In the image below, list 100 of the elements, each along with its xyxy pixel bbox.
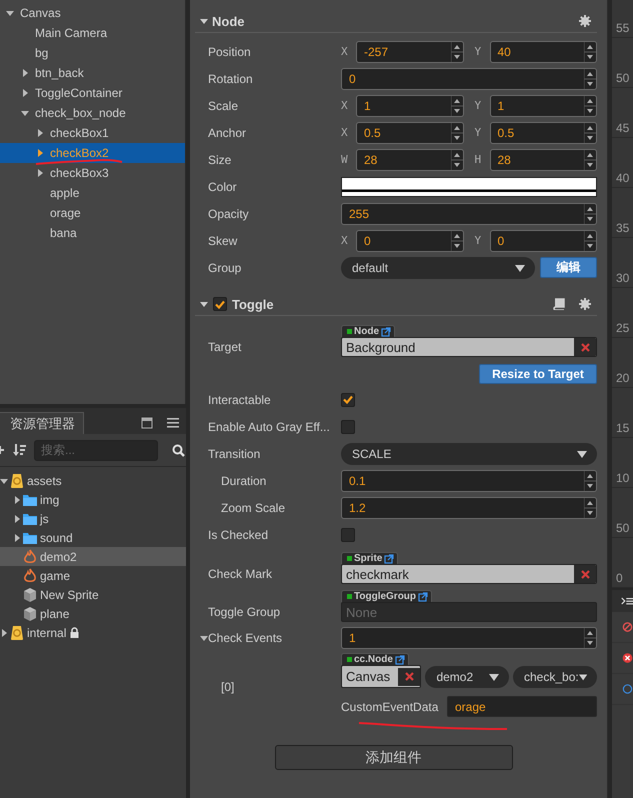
spinner[interactable] bbox=[584, 68, 596, 88]
tree-row[interactable]: game bbox=[0, 566, 186, 585]
tree-row[interactable]: sound bbox=[0, 528, 186, 547]
spinner[interactable] bbox=[584, 204, 596, 224]
settings-icon[interactable] bbox=[579, 15, 591, 27]
caret-icon[interactable] bbox=[36, 149, 44, 157]
external-link-icon[interactable] bbox=[394, 654, 405, 664]
caret-icon[interactable] bbox=[200, 634, 208, 642]
dropdown[interactable]: SCALE bbox=[341, 442, 597, 464]
tree-row[interactable]: btn_back bbox=[0, 63, 185, 83]
add-component-button[interactable]: 添加组件 bbox=[274, 745, 512, 770]
spinner[interactable] bbox=[450, 42, 462, 62]
menu-icon[interactable] bbox=[167, 418, 179, 428]
number-field[interactable]: 0.5 bbox=[356, 122, 464, 144]
window-icon[interactable] bbox=[141, 417, 153, 429]
text-field[interactable]: orage bbox=[447, 696, 597, 717]
console-icon[interactable] bbox=[621, 595, 633, 607]
spinner[interactable] bbox=[450, 122, 462, 142]
clear-button[interactable] bbox=[398, 668, 420, 686]
number-field[interactable]: 40 bbox=[490, 40, 597, 62]
checkbox[interactable] bbox=[213, 297, 227, 311]
external-link-icon[interactable] bbox=[418, 592, 428, 602]
caret-icon[interactable] bbox=[13, 514, 21, 522]
search-field[interactable]: 搜索... bbox=[34, 440, 158, 460]
panel-tab[interactable]: 资源管理器 bbox=[0, 412, 84, 434]
tree-row[interactable]: orage bbox=[0, 203, 185, 223]
number-field[interactable]: 28 bbox=[490, 148, 597, 170]
caret-icon[interactable] bbox=[6, 9, 14, 17]
number-field[interactable]: 0.1 bbox=[341, 470, 597, 492]
tree-row[interactable]: checkBox3 bbox=[0, 163, 185, 183]
search-icon[interactable] bbox=[172, 444, 185, 456]
object-field[interactable]: checkmark bbox=[341, 564, 597, 584]
tree-row[interactable]: apple bbox=[0, 183, 185, 203]
dropdown[interactable]: check_bo: bbox=[513, 666, 597, 688]
number-field[interactable]: 0 bbox=[341, 68, 597, 90]
number-field[interactable]: -257 bbox=[356, 40, 464, 62]
caret-icon[interactable] bbox=[36, 169, 44, 177]
spinner[interactable] bbox=[584, 150, 596, 170]
number-field[interactable]: 1 bbox=[341, 626, 597, 648]
number-field[interactable]: 1 bbox=[356, 94, 464, 116]
tree-row[interactable]: assets bbox=[0, 471, 186, 490]
spinner[interactable] bbox=[584, 498, 596, 518]
color-swatch[interactable] bbox=[341, 176, 597, 196]
caret-icon[interactable] bbox=[0, 476, 8, 484]
tree-row[interactable]: plane bbox=[0, 604, 186, 623]
sort-icon[interactable] bbox=[13, 443, 26, 457]
tree-row[interactable]: Canvas bbox=[0, 3, 185, 23]
caret-icon[interactable] bbox=[21, 89, 29, 97]
spinner[interactable] bbox=[584, 230, 596, 250]
caret-icon[interactable] bbox=[13, 534, 21, 542]
tree-row[interactable]: js bbox=[0, 509, 186, 528]
external-link-icon[interactable] bbox=[384, 554, 394, 564]
checkbox[interactable] bbox=[341, 392, 355, 406]
tree-row[interactable]: bana bbox=[0, 223, 185, 243]
settings-icon[interactable] bbox=[579, 298, 591, 310]
tree-row[interactable]: bg bbox=[0, 43, 185, 63]
external-link-icon[interactable] bbox=[381, 326, 391, 336]
caret-icon[interactable] bbox=[200, 17, 208, 25]
spinner[interactable] bbox=[584, 628, 596, 648]
number-field[interactable]: 0 bbox=[356, 230, 464, 252]
tree-row[interactable]: checkBox1 bbox=[0, 123, 185, 143]
spinner[interactable] bbox=[584, 122, 596, 142]
tree-row[interactable]: check_box_node bbox=[0, 103, 185, 123]
object-field[interactable]: Canvas bbox=[341, 665, 422, 688]
resize-button[interactable]: Resize to Target bbox=[479, 364, 597, 384]
tree-row[interactable]: New Sprite bbox=[0, 585, 186, 604]
component-header[interactable]: Node bbox=[195, 10, 597, 33]
dropdown[interactable]: default bbox=[341, 256, 535, 278]
tree-row[interactable]: ToggleContainer bbox=[0, 83, 185, 103]
number-field[interactable]: 255 bbox=[341, 202, 597, 224]
tree-row[interactable]: img bbox=[0, 490, 186, 509]
spinner[interactable] bbox=[584, 470, 596, 490]
caret-icon[interactable] bbox=[0, 628, 8, 636]
caret-icon[interactable] bbox=[21, 109, 29, 117]
caret-icon[interactable] bbox=[13, 496, 21, 504]
number-field[interactable]: 0 bbox=[490, 230, 597, 252]
spinner[interactable] bbox=[450, 230, 462, 250]
edit-button[interactable]: 编辑 bbox=[540, 257, 597, 278]
book-icon[interactable] bbox=[553, 298, 565, 310]
checkbox[interactable] bbox=[341, 528, 355, 542]
number-field[interactable]: 1.2 bbox=[341, 496, 597, 518]
number-field[interactable]: 28 bbox=[356, 148, 464, 170]
spinner[interactable] bbox=[584, 42, 596, 62]
dropdown[interactable]: demo2 bbox=[425, 666, 509, 688]
add-icon[interactable] bbox=[0, 445, 6, 455]
object-field[interactable]: Background bbox=[341, 337, 597, 357]
caret-icon[interactable] bbox=[21, 69, 29, 77]
checkbox[interactable] bbox=[341, 420, 355, 434]
spinner[interactable] bbox=[450, 96, 462, 116]
spinner[interactable] bbox=[450, 150, 462, 170]
spinner[interactable] bbox=[584, 96, 596, 116]
tree-row[interactable]: demo2 bbox=[0, 547, 186, 566]
caret-icon[interactable] bbox=[200, 300, 208, 308]
block-icon[interactable] bbox=[622, 619, 633, 635]
tree-row[interactable]: internal bbox=[0, 623, 186, 642]
tree-row[interactable]: Main Camera bbox=[0, 23, 185, 43]
number-field[interactable]: 0.5 bbox=[490, 122, 597, 144]
caret-icon[interactable] bbox=[36, 129, 44, 137]
component-header[interactable]: Toggle bbox=[195, 293, 597, 316]
number-field[interactable]: 1 bbox=[490, 94, 597, 116]
